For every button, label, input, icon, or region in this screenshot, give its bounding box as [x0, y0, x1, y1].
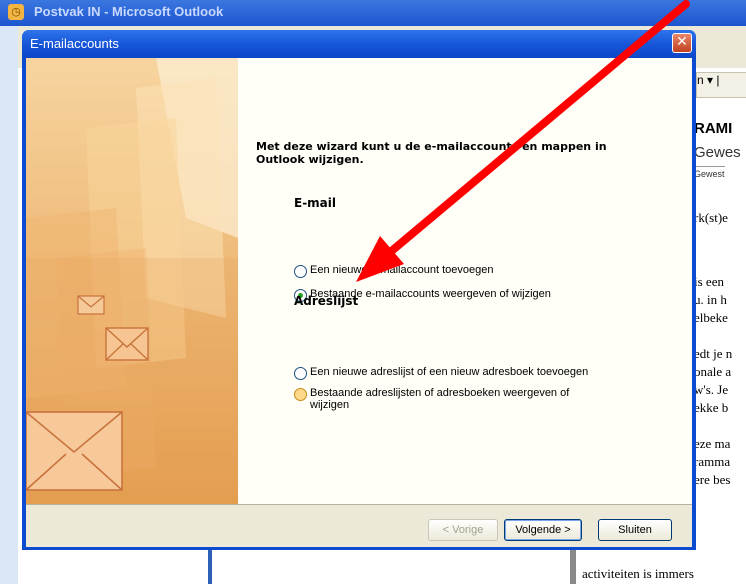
reading-pane-line: ramma — [694, 454, 731, 469]
wizard-intro-text: Met deze wizard kunt u de e-mailaccounts… — [256, 140, 607, 166]
email-section-title: E-mail — [294, 196, 337, 210]
reading-pane-heading: RAMI — [694, 120, 733, 137]
reading-pane-line: is een — [694, 274, 724, 289]
radio-label: Een nieuwe e-mailaccount toevoegen — [310, 264, 494, 276]
close-button[interactable]: Sluiten — [598, 519, 672, 541]
reading-pane-line: eze ma — [694, 436, 731, 451]
dialog-titlebar[interactable]: E-mailaccounts ✕ — [22, 30, 696, 58]
envelope-medium-icon — [105, 327, 149, 361]
envelope-small-icon — [77, 295, 105, 315]
dialog-body: Met deze wizard kunt u de e-mailaccounts… — [26, 58, 692, 547]
radio-button[interactable] — [294, 265, 307, 278]
reading-pane-line: onale a — [694, 364, 732, 379]
dialog-title: E-mailaccounts — [30, 36, 119, 51]
outlook-left-pane — [0, 26, 18, 584]
reading-pane-subtitle-small: Gewest — [694, 166, 725, 179]
outlook-titlebar: ◷ Postvak IN - Microsoft Outlook — [0, 0, 746, 26]
reading-pane-line: ere bes — [694, 472, 731, 487]
close-icon[interactable]: ✕ — [672, 33, 692, 53]
outlook-app-icon: ◷ — [8, 4, 24, 20]
radio-button[interactable] — [294, 367, 307, 380]
radio-label: Bestaande adreslijsten of adresboeken we… — [310, 387, 570, 411]
radio-view-address-lists[interactable]: Bestaande adreslijsten of adresboeken we… — [294, 387, 574, 411]
reading-pane-line: elbeke — [694, 310, 728, 325]
reading-pane-line: ekke b — [694, 400, 729, 415]
reading-pane-subtitle: Gewes — [694, 144, 741, 161]
envelopes-artwork — [26, 58, 238, 504]
radio-label: Een nieuwe adreslijst of een nieuw adres… — [310, 366, 589, 378]
dialog-footer: < Vorige Volgende > Sluiten — [26, 504, 692, 547]
back-button[interactable]: < Vorige — [428, 519, 498, 541]
reading-pane-line: w's. Je — [694, 382, 729, 397]
outlook-window-title: Postvak IN - Microsoft Outlook — [34, 4, 224, 19]
reading-pane-line: edt je n — [694, 346, 733, 361]
radio-add-address-list[interactable]: Een nieuwe adreslijst of een nieuw adres… — [294, 366, 588, 380]
envelope-large-icon — [26, 411, 123, 491]
reading-pane-line: rk(st)e — [694, 210, 728, 225]
next-button[interactable]: Volgende > — [504, 519, 582, 541]
reading-pane: RAMI Gewes Gewest rk(st)e is een u. in h… — [694, 90, 746, 584]
email-accounts-dialog: E-mailaccounts ✕ Met deze wizard kunt u … — [22, 30, 696, 550]
address-section-title: Adreslijst — [294, 294, 359, 308]
reading-pane-line: u. in h — [694, 292, 727, 307]
radio-add-email-account[interactable]: Een nieuwe e-mailaccount toevoegen — [294, 264, 493, 278]
reading-pane-bottom-line: activiteiten is immers — [582, 566, 694, 581]
radio-button[interactable] — [294, 388, 307, 401]
envelopes-illustration — [26, 58, 238, 504]
